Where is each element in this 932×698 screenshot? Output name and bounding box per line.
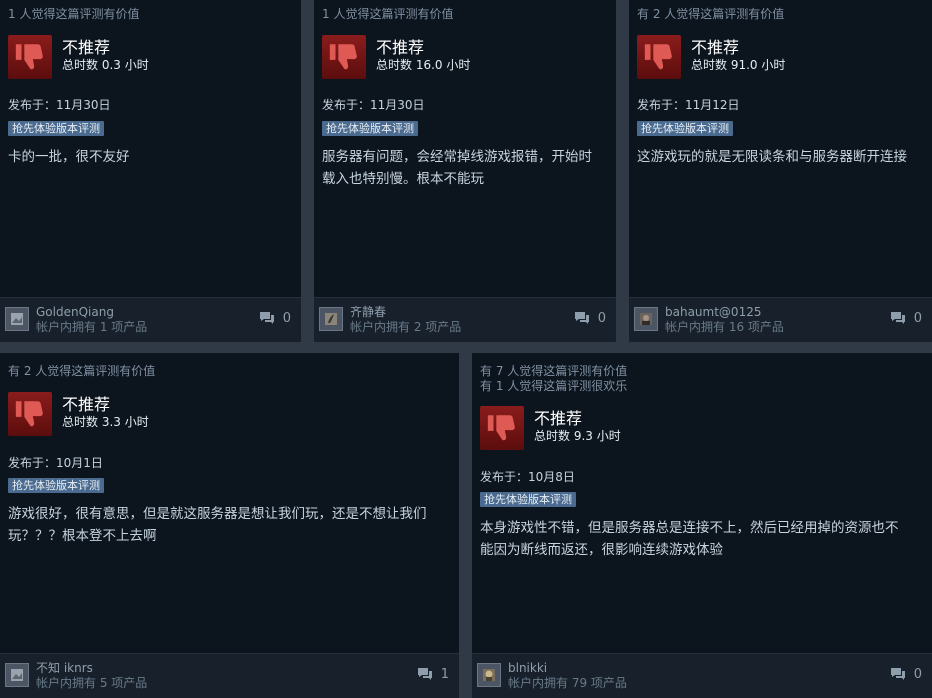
avatar[interactable] xyxy=(634,307,658,331)
comment-count: 0 xyxy=(597,311,606,326)
products-owned: 帐户内拥有 16 项产品 xyxy=(665,320,784,334)
posted-date: 发布于：11月30日 xyxy=(8,98,111,112)
thumbs-down-icon xyxy=(480,406,524,450)
review-text-line: 能因为断线而返还，很影响连续游戏体验 xyxy=(480,542,723,558)
posted-date: 发布于：11月30日 xyxy=(322,98,425,112)
review-card: 有 2 人觉得这篇评测有价值 不推荐 总时数 3.3 小时 发布于：10月1日 … xyxy=(0,353,459,698)
review-content: 卡的一批，很不友好 xyxy=(8,146,130,168)
comment-icon xyxy=(890,668,905,680)
posted-date: 发布于：10月8日 xyxy=(480,470,575,484)
thumbs-down-icon xyxy=(8,392,52,436)
review-verdict[interactable]: 不推荐 总时数 91.0 小时 xyxy=(637,35,785,79)
early-access-tag: 抢先体验版本评测 xyxy=(8,478,104,493)
helpful-line: 有 2 人觉得这篇评测有价值 xyxy=(637,7,785,21)
helpful-line: 有 7 人觉得这篇评测有价值 xyxy=(480,364,628,378)
hours-played: 总时数 9.3 小时 xyxy=(534,429,621,443)
thumbs-down-icon xyxy=(322,35,366,79)
comment-icon xyxy=(890,312,905,324)
review-footer: GoldenQiang 帐户内拥有 1 项产品 0 xyxy=(0,297,301,342)
early-access-tag: 抢先体验版本评测 xyxy=(480,492,576,507)
products-owned: 帐户内拥有 1 项产品 xyxy=(36,320,148,334)
review-text-line: 服务器有问题，会经常掉线游戏报错，开始时 xyxy=(322,149,592,165)
thumbs-down-icon xyxy=(8,35,52,79)
avatar[interactable] xyxy=(5,663,29,687)
recommendation-title: 不推荐 xyxy=(376,38,425,57)
hours-played: 总时数 0.3 小时 xyxy=(62,58,149,72)
review-card: 1 人觉得这篇评测有价值 不推荐 总时数 0.3 小时 发布于：11月30日 抢… xyxy=(0,0,301,342)
helpful-count: 有 2 人觉得这篇评测有价值 xyxy=(637,7,784,22)
early-access-tag: 抢先体验版本评测 xyxy=(322,121,418,136)
author-name[interactable]: GoldenQiang xyxy=(36,305,114,319)
review-text-line: 这游戏玩的就是无限读条和与服务器断开连接 xyxy=(637,149,907,165)
review-card: 有 7 人觉得这篇评测有价值 有 1 人觉得这篇评测很欢乐 不推荐 总时数 9.… xyxy=(472,353,932,698)
helpful-line: 有 2 人觉得这篇评测有价值 xyxy=(8,364,156,378)
comments-button[interactable]: 1 xyxy=(417,667,449,682)
comments-button[interactable]: 0 xyxy=(890,311,922,326)
early-access-tag: 抢先体验版本评测 xyxy=(8,121,104,136)
thumbs-down-icon xyxy=(637,35,681,79)
review-verdict[interactable]: 不推荐 总时数 0.3 小时 xyxy=(8,35,149,79)
recommendation-title: 不推荐 xyxy=(62,38,111,57)
helpful-count: 1 人觉得这篇评测有价值 xyxy=(8,7,139,22)
author-name[interactable]: 齐静春 xyxy=(350,305,386,319)
author-name[interactable]: blnikki xyxy=(508,661,547,675)
comment-icon xyxy=(417,668,432,680)
review-card: 有 2 人觉得这篇评测有价值 不推荐 总时数 91.0 小时 发布于：11月12… xyxy=(629,0,932,342)
review-footer: blnikki 帐户内拥有 79 项产品 0 xyxy=(472,653,932,698)
review-card: 1 人觉得这篇评测有价值 不推荐 总时数 16.0 小时 发布于：11月30日 … xyxy=(314,0,616,342)
review-text-line: 游戏很好，很有意思，但是就这服务器是想让我们玩，还是不想让我们 xyxy=(8,506,427,522)
comment-count: 0 xyxy=(913,667,922,682)
review-text-line: 玩？？？根本登不上去啊 xyxy=(8,528,157,544)
hours-played: 总时数 3.3 小时 xyxy=(62,415,149,429)
products-owned: 帐户内拥有 2 项产品 xyxy=(350,320,462,334)
review-footer: bahaumt@0125 帐户内拥有 16 项产品 0 xyxy=(629,297,932,342)
comment-count: 0 xyxy=(913,311,922,326)
author-name[interactable]: 不知 iknrs xyxy=(36,661,93,675)
review-verdict[interactable]: 不推荐 总时数 3.3 小时 xyxy=(8,392,149,436)
posted-date: 发布于：10月1日 xyxy=(8,456,103,470)
helpful-line: 1 人觉得这篇评测有价值 xyxy=(322,7,454,21)
review-content: 服务器有问题，会经常掉线游戏报错，开始时 载入也特别慢。根本不能玩 xyxy=(322,146,592,190)
comment-icon xyxy=(574,312,589,324)
recommendation-title: 不推荐 xyxy=(62,395,111,414)
review-footer: 不知 iknrs 帐户内拥有 5 项产品 1 xyxy=(0,653,459,698)
helpful-line: 1 人觉得这篇评测有价值 xyxy=(8,7,140,21)
comment-count: 1 xyxy=(440,667,449,682)
review-text-line: 本身游戏性不错，但是服务器总是连接不上，然后已经用掉的资源也不 xyxy=(480,520,899,536)
helpful-count: 有 2 人觉得这篇评测有价值 xyxy=(8,364,155,379)
avatar[interactable] xyxy=(5,307,29,331)
helpful-count: 1 人觉得这篇评测有价值 xyxy=(322,7,453,22)
review-text-line: 卡的一批，很不友好 xyxy=(8,149,130,165)
hours-played: 总时数 91.0 小时 xyxy=(691,58,786,72)
recommendation-title: 不推荐 xyxy=(691,38,740,57)
hours-played: 总时数 16.0 小时 xyxy=(376,58,471,72)
author-name[interactable]: bahaumt@0125 xyxy=(665,305,761,319)
comments-button[interactable]: 0 xyxy=(259,311,291,326)
review-verdict[interactable]: 不推荐 总时数 16.0 小时 xyxy=(322,35,470,79)
comment-icon xyxy=(259,312,274,324)
review-text-line: 载入也特别慢。根本不能玩 xyxy=(322,171,484,187)
posted-date: 发布于：11月12日 xyxy=(637,98,740,112)
products-owned: 帐户内拥有 79 项产品 xyxy=(508,676,627,690)
review-content: 本身游戏性不错，但是服务器总是连接不上，然后已经用掉的资源也不 能因为断线而返还… xyxy=(480,517,899,561)
helpful-count: 有 7 人觉得这篇评测有价值 有 1 人觉得这篇评测很欢乐 xyxy=(480,364,627,394)
comment-count: 0 xyxy=(282,311,291,326)
products-owned: 帐户内拥有 5 项产品 xyxy=(36,676,148,690)
avatar[interactable] xyxy=(319,307,343,331)
funny-line: 有 1 人觉得这篇评测很欢乐 xyxy=(480,379,628,393)
avatar[interactable] xyxy=(477,663,501,687)
comments-button[interactable]: 0 xyxy=(574,311,606,326)
review-verdict[interactable]: 不推荐 总时数 9.3 小时 xyxy=(480,406,621,450)
recommendation-title: 不推荐 xyxy=(534,409,583,428)
comments-button[interactable]: 0 xyxy=(890,667,922,682)
early-access-tag: 抢先体验版本评测 xyxy=(637,121,733,136)
review-content: 游戏很好，很有意思，但是就这服务器是想让我们玩，还是不想让我们 玩？？？根本登不… xyxy=(8,503,427,547)
review-footer: 齐静春 帐户内拥有 2 项产品 0 xyxy=(314,297,616,342)
review-content: 这游戏玩的就是无限读条和与服务器断开连接 xyxy=(637,146,907,168)
